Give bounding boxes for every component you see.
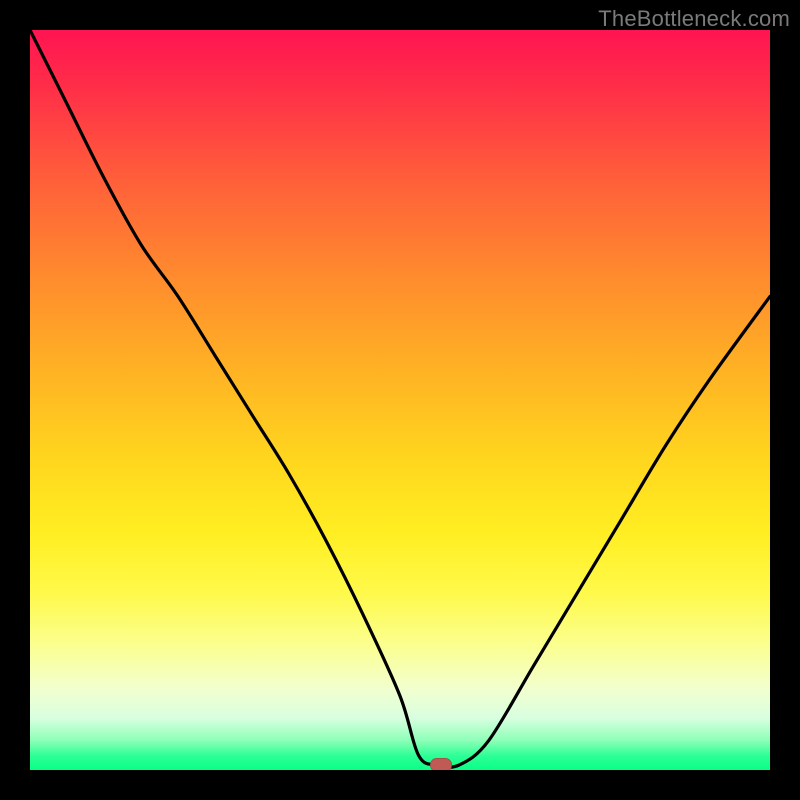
plot-area — [30, 30, 770, 770]
optimal-marker — [430, 758, 452, 770]
chart-frame: TheBottleneck.com — [0, 0, 800, 800]
bottleneck-curve — [30, 30, 770, 770]
watermark-text: TheBottleneck.com — [598, 6, 790, 32]
